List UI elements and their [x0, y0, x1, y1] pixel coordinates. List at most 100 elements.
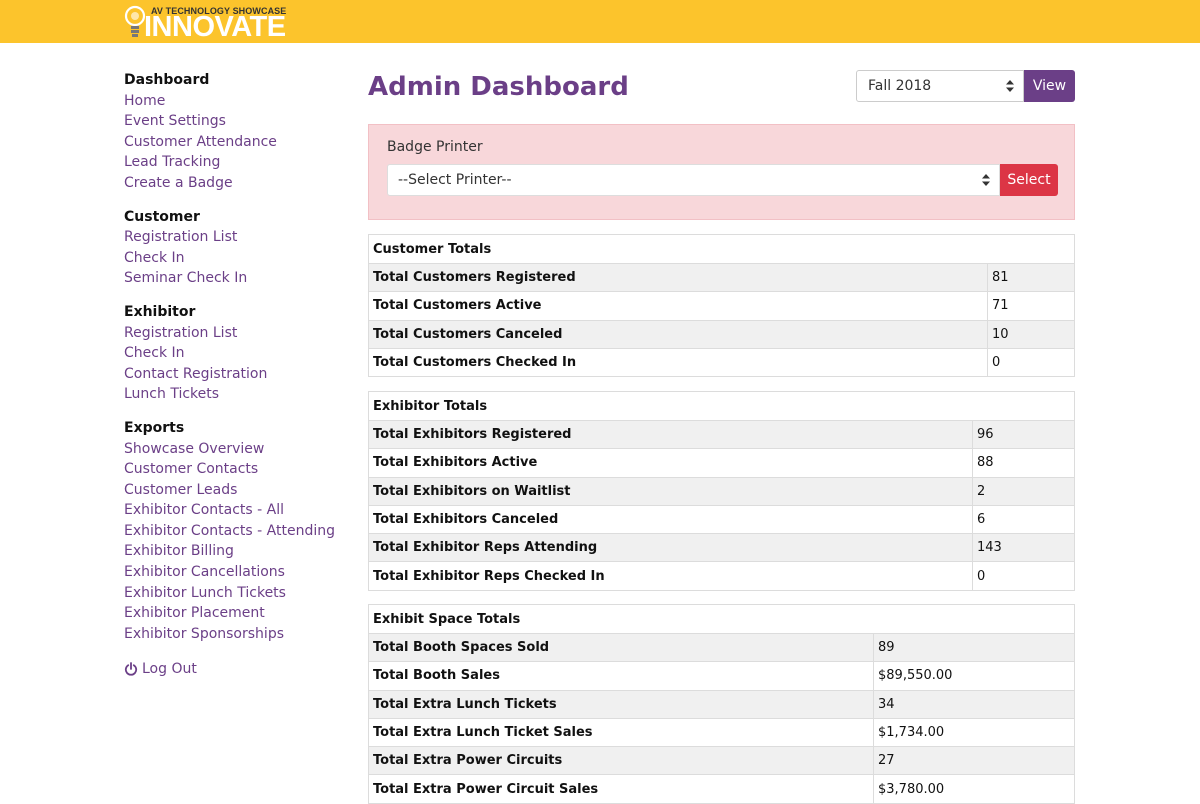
- nav-group-dashboard: Dashboard Home Event Settings Customer A…: [124, 70, 344, 194]
- sidebar-item-customer-leads[interactable]: Customer Leads: [124, 480, 344, 501]
- row-value: 96: [972, 419, 1075, 450]
- row-value: 89: [873, 632, 1075, 663]
- row-label: Total Booth Spaces Sold: [368, 632, 874, 663]
- power-icon: [124, 662, 138, 677]
- row-label: Total Extra Power Circuit Sales: [368, 774, 874, 804]
- row-label: Total Booth Sales: [368, 661, 874, 691]
- select-arrows-icon: [1006, 80, 1014, 92]
- row-label: Total Exhibitor Reps Checked In: [368, 561, 973, 591]
- row-value: 2: [972, 476, 1075, 506]
- table-row: Total Booth Sales $89,550.00: [368, 661, 1075, 691]
- row-value: 143: [972, 533, 1075, 563]
- table-row: Total Extra Lunch Tickets 34: [368, 689, 1075, 719]
- table-row: Total Extra Lunch Ticket Sales $1,734.00: [368, 717, 1075, 748]
- table-row: Total Exhibitor Reps Checked In 0: [368, 561, 1075, 591]
- sidebar-item-exhibitor-placement[interactable]: Exhibitor Placement: [124, 603, 344, 624]
- sidebar-item-customer-contacts[interactable]: Customer Contacts: [124, 459, 344, 480]
- row-value: $1,734.00: [873, 717, 1075, 748]
- row-value: 88: [972, 448, 1075, 478]
- badge-printer-label: Badge Printer: [387, 139, 483, 155]
- sidebar-item-customer-attendance[interactable]: Customer Attendance: [124, 132, 344, 153]
- customer-totals-table: Customer Totals Total Customers Register…: [368, 234, 1075, 378]
- row-label: Total Exhibitors Active: [368, 448, 973, 478]
- sidebar-item-home[interactable]: Home: [124, 91, 344, 112]
- nav-heading-customer: Customer: [124, 208, 200, 225]
- row-label: Total Extra Lunch Tickets: [368, 689, 874, 719]
- row-value: 34: [873, 689, 1075, 719]
- row-value: 0: [972, 561, 1075, 591]
- term-select-value: Fall 2018: [868, 78, 932, 94]
- sidebar-item-event-settings[interactable]: Event Settings: [124, 111, 344, 132]
- table-title: Exhibit Space Totals: [368, 604, 1075, 634]
- nav-group-customer: Customer Registration List Check In Semi…: [124, 207, 344, 289]
- row-label: Total Customers Registered: [368, 262, 988, 293]
- sidebar-item-seminar-check-in[interactable]: Seminar Check In: [124, 268, 344, 289]
- lightbulb-icon: [124, 5, 146, 37]
- row-label: Total Exhibitors on Waitlist: [368, 476, 973, 506]
- sidebar-item-lead-tracking[interactable]: Lead Tracking: [124, 152, 344, 173]
- nav-heading-dashboard: Dashboard: [124, 72, 210, 88]
- nav-heading-exhibitor: Exhibitor: [124, 303, 196, 320]
- logout-link[interactable]: Log Out: [124, 659, 344, 679]
- printer-select[interactable]: --Select Printer--: [387, 164, 1000, 196]
- table-row: Total Booth Spaces Sold 89: [368, 632, 1075, 663]
- nav-heading-exports: Exports: [124, 419, 185, 436]
- page-title: Admin Dashboard: [368, 72, 629, 102]
- sidebar-item-lunch-tickets[interactable]: Lunch Tickets: [124, 384, 344, 405]
- row-label: Total Exhibitor Reps Attending: [368, 533, 973, 563]
- sidebar-item-exhibitor-lunch-tickets[interactable]: Exhibitor Lunch Tickets: [124, 583, 344, 604]
- row-label: Total Customers Canceled: [368, 319, 988, 349]
- row-value: $89,550.00: [873, 661, 1075, 691]
- table-row: Total Extra Power Circuit Sales $3,780.0…: [368, 774, 1075, 804]
- row-value: 71: [987, 291, 1075, 321]
- table-row: Total Exhibitors on Waitlist 2: [368, 476, 1075, 506]
- table-row: Total Extra Power Circuits 27: [368, 746, 1075, 776]
- row-value: 81: [987, 262, 1075, 293]
- row-label: Total Customers Active: [368, 291, 988, 321]
- row-value: 27: [873, 746, 1075, 776]
- table-row: Total Customers Active 71: [368, 291, 1075, 321]
- row-label: Total Extra Power Circuits: [368, 746, 874, 776]
- printer-select-value: --Select Printer--: [398, 172, 512, 188]
- table-row: Total Exhibitors Registered 96: [368, 419, 1075, 450]
- row-value: 0: [987, 347, 1075, 378]
- sidebar-item-customer-check-in[interactable]: Check In: [124, 248, 344, 269]
- term-select[interactable]: Fall 2018: [856, 70, 1024, 102]
- sidebar-item-exhibitor-contacts-attending[interactable]: Exhibitor Contacts - Attending: [124, 521, 344, 542]
- nav-group-exhibitor: Exhibitor Registration List Check In Con…: [124, 302, 344, 405]
- sidebar-item-exhibitor-registration-list[interactable]: Registration List: [124, 323, 344, 344]
- innovate-logo[interactable]: AV TECHNOLOGY SHOWCASE INNOVATE: [124, 4, 286, 43]
- row-label: Total Exhibitors Canceled: [368, 504, 973, 535]
- sidebar-item-showcase-overview[interactable]: Showcase Overview: [124, 439, 344, 460]
- table-title: Customer Totals: [368, 234, 1075, 264]
- view-button[interactable]: View: [1024, 70, 1075, 102]
- row-value: 10: [987, 319, 1075, 349]
- sidebar-item-exhibitor-sponsorships[interactable]: Exhibitor Sponsorships: [124, 624, 344, 645]
- row-label: Total Customers Checked In: [368, 347, 988, 378]
- row-label: Total Extra Lunch Ticket Sales: [368, 717, 874, 748]
- sidebar-nav: Dashboard Home Event Settings Customer A…: [124, 70, 344, 679]
- nav-group-exports: Exports Showcase Overview Customer Conta…: [124, 418, 344, 645]
- sidebar-item-exhibitor-billing[interactable]: Exhibitor Billing: [124, 541, 344, 562]
- sidebar-item-contact-registration[interactable]: Contact Registration: [124, 364, 344, 385]
- row-value: 6: [972, 504, 1075, 535]
- sidebar-item-exhibitor-check-in[interactable]: Check In: [124, 343, 344, 364]
- logo-wordmark: INNOVATE: [144, 11, 286, 43]
- table-row: Total Exhibitor Reps Attending 143: [368, 533, 1075, 563]
- select-arrows-icon: [982, 174, 990, 186]
- sidebar-item-exhibitor-contacts-all[interactable]: Exhibitor Contacts - All: [124, 500, 344, 521]
- sidebar-item-customer-registration-list[interactable]: Registration List: [124, 227, 344, 248]
- sidebar-item-create-badge[interactable]: Create a Badge: [124, 173, 344, 194]
- table-row: Total Customers Canceled 10: [368, 319, 1075, 349]
- row-label: Total Exhibitors Registered: [368, 419, 973, 450]
- select-printer-button[interactable]: Select: [1000, 164, 1058, 196]
- exhibit-space-totals-table: Exhibit Space Totals Total Booth Spaces …: [368, 604, 1075, 804]
- table-row: Total Exhibitors Canceled 6: [368, 504, 1075, 535]
- table-row: Total Customers Checked In 0: [368, 347, 1075, 378]
- logout-label: Log Out: [142, 661, 197, 678]
- table-title: Exhibitor Totals: [368, 391, 1075, 421]
- row-value: $3,780.00: [873, 774, 1075, 804]
- top-header-bar: AV TECHNOLOGY SHOWCASE INNOVATE: [0, 0, 1200, 43]
- sidebar-item-exhibitor-cancellations[interactable]: Exhibitor Cancellations: [124, 562, 344, 583]
- table-row: Total Exhibitors Active 88: [368, 448, 1075, 478]
